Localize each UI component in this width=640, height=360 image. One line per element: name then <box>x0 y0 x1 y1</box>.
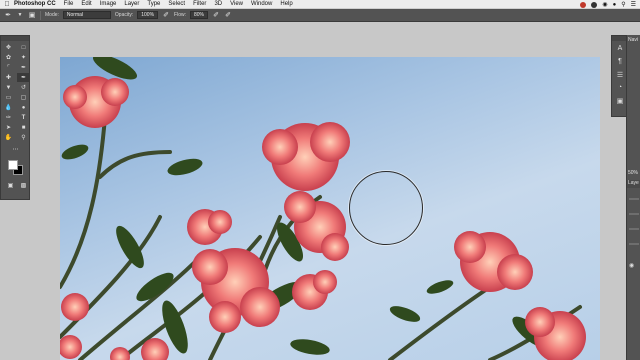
mode-label: Mode: <box>45 12 59 18</box>
menu-layer[interactable]: Layer <box>124 1 139 7</box>
menu-items: File Edit Image Layer Type Select Filter… <box>64 1 293 7</box>
record-icon[interactable] <box>580 1 587 8</box>
separator <box>40 10 41 20</box>
type-tool-icon[interactable]: T <box>17 113 30 122</box>
apple-icon[interactable]:  <box>0 1 14 8</box>
document-canvas[interactable] <box>60 57 600 360</box>
menu-select[interactable]: Select <box>168 1 185 7</box>
flow-field[interactable]: 80% <box>190 11 209 19</box>
layer-blend-row[interactable] <box>629 213 639 215</box>
tools-panel: ✥ □ ✿ ✦ ⌜ ✒ ✚ ✒ ▼ ↺ ▭ ▢ 💧 ● ✑ T ➤ ■ ✋ ⚲ … <box>0 35 30 200</box>
layer-fill-row[interactable] <box>629 243 639 245</box>
menu-file[interactable]: File <box>64 1 74 7</box>
menu-edit[interactable]: Edit <box>81 1 91 7</box>
layer-visibility-eye-icon[interactable]: ◉ <box>629 262 634 269</box>
history-brush-tool-icon[interactable]: ↺ <box>17 83 30 92</box>
navigator-tab[interactable]: Navi <box>627 35 640 45</box>
flow-label: Flow: <box>174 12 186 18</box>
options-bar: ✒ ▼ ▣ Mode: Normal Opacity: 100% ✐ Flow:… <box>0 9 640 22</box>
menu-type[interactable]: Type <box>147 1 160 7</box>
zoom-level[interactable]: 50% <box>628 170 638 176</box>
eyedropper-tool-icon[interactable]: ✒ <box>17 63 30 72</box>
wifi-icon[interactable]: ◉ <box>602 1 607 8</box>
brush-cursor <box>349 171 423 245</box>
mode-select[interactable]: Normal <box>62 11 111 19</box>
lasso-tool-icon[interactable]: ✿ <box>2 53 15 62</box>
pen-tool-icon[interactable]: ✑ <box>2 113 15 122</box>
opacity-field[interactable]: 100% <box>137 11 159 19</box>
app-name-menu[interactable]: Photoshop CC <box>14 1 56 7</box>
zoom-tool-icon[interactable]: ⚲ <box>17 133 30 142</box>
menu-window[interactable]: Window <box>251 1 272 7</box>
creative-cloud-icon[interactable] <box>591 1 598 8</box>
quick-select-tool-icon[interactable]: ✦ <box>17 53 30 62</box>
dodge-tool-icon[interactable]: ● <box>17 103 30 112</box>
mode-value: Normal <box>66 12 84 18</box>
type-panel-icon[interactable]: A <box>613 43 627 54</box>
color-swatches <box>1 157 29 179</box>
paragraph-panel-icon[interactable]: ¶ <box>613 56 627 67</box>
gradient-tool-icon[interactable]: ▢ <box>17 93 30 102</box>
status-icons: ◉ ● ⚲ ☰ <box>580 0 636 9</box>
rectangle-tool-icon[interactable]: ■ <box>17 123 30 132</box>
crop-tool-icon[interactable]: ⌜ <box>2 63 15 72</box>
brush-settings-icon[interactable]: ▣ <box>28 11 36 19</box>
layers-tab[interactable]: Laye <box>627 180 640 188</box>
pressure-size-icon[interactable]: ✐ <box>224 11 232 19</box>
menu-image[interactable]: Image <box>100 1 117 7</box>
move-tool-icon[interactable]: ✥ <box>2 43 15 52</box>
screen-mode-icon[interactable]: ▩ <box>18 181 29 190</box>
menu-3d[interactable]: 3D <box>214 1 222 7</box>
right-panel-dock: Navi 50% Laye ◉ <box>626 35 640 360</box>
spot-healing-tool-icon[interactable]: ✚ <box>2 73 15 82</box>
pressure-opacity-icon[interactable]: ✐ <box>162 11 170 19</box>
menu-bar:  Photoshop CC File Edit Image Layer Typ… <box>0 0 640 9</box>
path-select-tool-icon[interactable]: ➤ <box>2 123 15 132</box>
quick-mask-icon[interactable]: ▣ <box>5 181 16 190</box>
eraser-tool-icon[interactable]: ▭ <box>2 93 15 102</box>
more-tools-icon[interactable]: ⋯ <box>9 145 22 154</box>
layer-lock-row[interactable] <box>629 228 639 230</box>
menu-filter[interactable]: Filter <box>193 1 206 7</box>
frangipani-photo <box>60 57 586 360</box>
libraries-panel-icon[interactable]: ▣ <box>613 95 627 106</box>
menu-help[interactable]: Help <box>280 1 292 7</box>
user-icon[interactable]: ● <box>613 2 617 8</box>
blur-tool-icon[interactable]: 💧 <box>2 103 15 112</box>
clone-stamp-tool-icon[interactable]: ▼ <box>2 83 15 92</box>
brush-size-icon[interactable]: ▼ <box>16 11 24 19</box>
brush-preset-icon[interactable]: ✒ <box>4 11 12 19</box>
opacity-label: Opacity: <box>114 12 134 18</box>
hand-tool-icon[interactable]: ✋ <box>2 133 15 142</box>
menu-view[interactable]: View <box>230 1 243 7</box>
foreground-color-swatch[interactable] <box>8 160 18 170</box>
properties-panel-icon[interactable]: ☰ <box>613 69 627 80</box>
opacity-value: 100% <box>141 12 155 18</box>
adjustments-panel-icon[interactable]: ◔ <box>613 82 627 93</box>
artboard-tool-icon[interactable]: □ <box>17 43 30 52</box>
brush-tool-icon[interactable]: ✒ <box>17 73 30 82</box>
layer-filter-row[interactable] <box>629 198 639 200</box>
search-icon[interactable]: ⚲ <box>621 1 625 8</box>
flow-value: 80% <box>194 12 205 18</box>
menu-list-icon[interactable]: ☰ <box>631 1 636 8</box>
airbrush-icon[interactable]: ✐ <box>212 11 220 19</box>
